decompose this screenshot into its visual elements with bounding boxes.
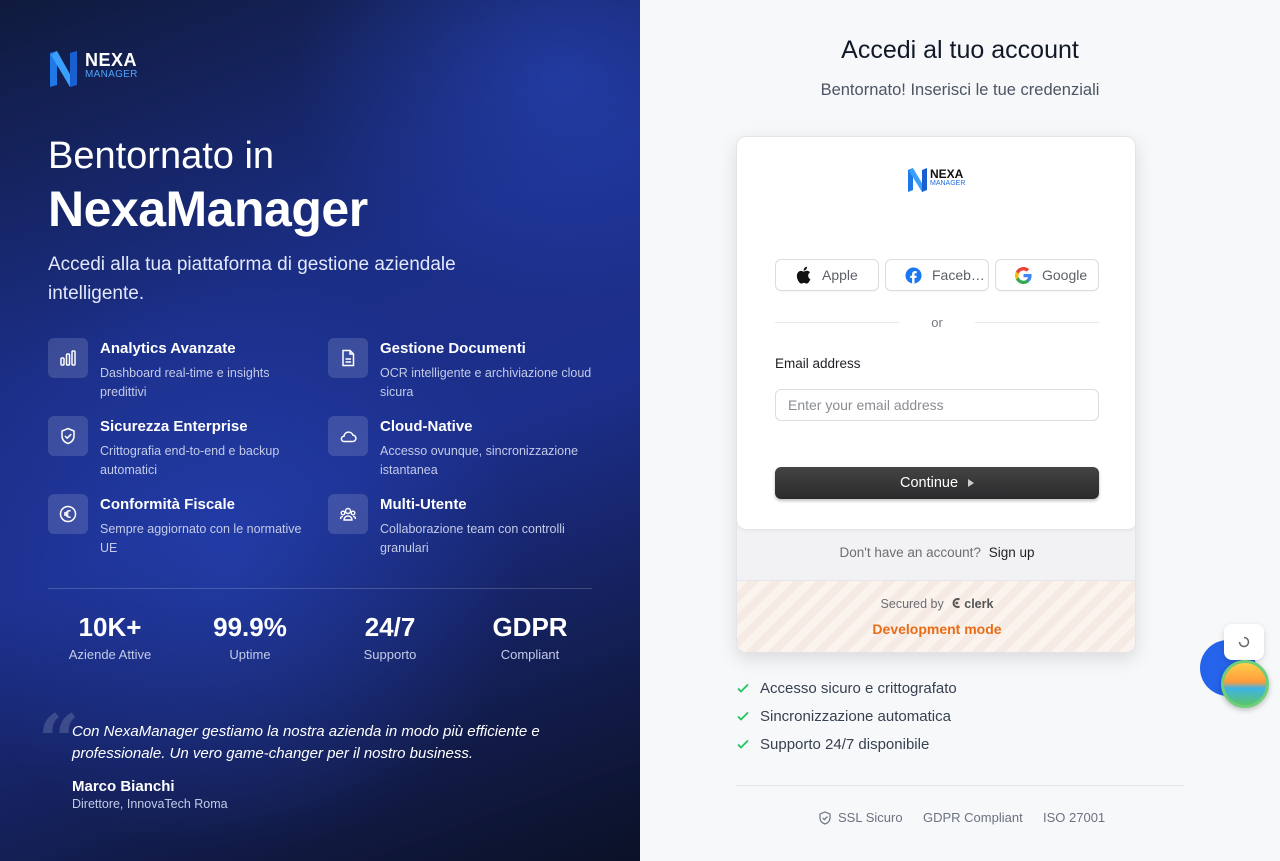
beach-avatar-icon[interactable]	[1221, 660, 1269, 708]
testimonial-quote: Con NexaManager gestiamo la nostra azien…	[72, 723, 540, 762]
facebook-sign-in-button[interactable]: Facebook	[885, 259, 989, 291]
check-text: Sincronizzazione automatica	[760, 708, 951, 725]
feature-desc: Accesso ovunque, sincronizzazione istant…	[380, 444, 579, 477]
secured-by: Secured by clerk	[737, 597, 1135, 611]
logo-text-bottom: MANAGER	[85, 69, 138, 80]
badge-iso: ISO 27001	[1043, 810, 1105, 825]
users-icon	[328, 494, 368, 534]
continue-button[interactable]: Continue	[775, 467, 1099, 499]
development-mode-label: Development mode	[872, 621, 1002, 637]
apple-icon	[794, 266, 812, 284]
badge-text: GDPR Compliant	[923, 810, 1023, 825]
continue-label: Continue	[899, 475, 959, 491]
email-field[interactable]	[775, 389, 1099, 421]
feature-desc: Crittografia end-to-end e backup automat…	[100, 444, 280, 477]
stat-value: 99.9%	[213, 612, 287, 642]
clerk-icon	[952, 598, 961, 608]
signup-row: Don't have an account? Sign up	[737, 545, 1135, 560]
email-label: Email address	[775, 356, 861, 371]
testimonial-author: Marco Bianchi	[72, 778, 175, 795]
social-label: Facebook	[932, 267, 986, 283]
document-icon	[328, 338, 368, 378]
feature-title: Multi-Utente	[380, 496, 467, 513]
stat-value: GDPR	[492, 612, 568, 642]
badge-gdpr: GDPR Compliant	[923, 810, 1023, 825]
card-logo-text-bottom: MANAGER	[930, 180, 966, 187]
check-icon	[737, 683, 749, 693]
stat-uptime: 99.9% Uptime	[188, 612, 312, 662]
clerk-logo[interactable]: clerk	[951, 597, 993, 611]
check-text: Accesso sicuro e crittografato	[760, 680, 957, 697]
logo-text-top: NEXA	[85, 50, 138, 70]
badge-text: SSL Sicuro	[838, 810, 903, 825]
stat-gdpr: GDPR Compliant	[468, 612, 592, 662]
apple-sign-in-button[interactable]: Apple	[775, 259, 879, 291]
card-logo-text-top: NEXA	[930, 167, 964, 181]
social-label: Apple	[822, 267, 858, 283]
or-separator-text: or	[931, 315, 943, 330]
arrow-right-icon	[968, 479, 975, 487]
badge-text: ISO 27001	[1043, 810, 1106, 825]
google-sign-in-button[interactable]: Google	[995, 259, 1099, 291]
feature-title: Sicurezza Enterprise	[100, 418, 248, 435]
stat-support: 24/7 Supporto	[328, 612, 452, 662]
stat-value: 24/7	[364, 612, 416, 642]
google-icon	[1014, 266, 1032, 284]
sign-up-link[interactable]: Sign up	[989, 545, 1035, 560]
hero-subtitle: Accedi alla tua piattaforma di gestione …	[48, 254, 456, 304]
shield-check-icon	[48, 416, 88, 456]
testimonial-role: Direttore, InnovaTech Roma	[72, 797, 228, 811]
feature-title: Analytics Avanzate	[100, 340, 236, 357]
nexa-logo: NEXA MANAGER	[48, 48, 144, 90]
stats-divider	[48, 588, 592, 589]
sign-in-form: NEXA MANAGER Apple Facebook	[737, 137, 1135, 530]
feature-desc: Dashboard real-time e insights predittiv…	[100, 366, 270, 399]
feature-desc: OCR intelligente e archiviazione cloud s…	[380, 366, 592, 399]
check-icon	[737, 711, 749, 721]
hero-product-name: NexaManager	[48, 181, 368, 237]
sign-in-card: NEXA MANAGER Apple Facebook	[736, 136, 1136, 653]
social-label: Google	[1042, 267, 1088, 283]
card-logo: NEXA MANAGER	[907, 165, 967, 193]
card-logo-n-icon	[908, 168, 927, 192]
no-account-text: Don't have an account?	[839, 545, 981, 560]
stat-label: Uptime	[229, 647, 271, 662]
hero-greeting: Bentornato in	[48, 135, 275, 177]
stat-value: 10K+	[78, 612, 142, 642]
stat-companies: 10K+ Aziende Attive	[48, 612, 172, 662]
cloud-icon	[328, 416, 368, 456]
check-icon	[737, 739, 749, 749]
euro-icon	[48, 494, 88, 534]
clerk-text: clerk	[964, 597, 994, 611]
feature-title: Gestione Documenti	[380, 340, 526, 357]
check-text: Supporto 24/7 disponibile	[760, 736, 930, 753]
compliance-divider	[736, 785, 1184, 786]
feature-desc: Collaborazione team con controlli granul…	[380, 522, 565, 555]
shield-icon	[819, 810, 831, 825]
secured-by-text: Secured by	[880, 597, 944, 611]
badge-ssl: SSL Sicuro	[818, 810, 903, 825]
feature-title: Cloud-Native	[380, 418, 473, 435]
feature-title: Conformità Fiscale	[100, 496, 236, 513]
login-title: Accedi al tuo account	[841, 36, 1079, 64]
brand-panel: NEXA MANAGER Bentornato in NexaManager A…	[0, 0, 640, 861]
logo-n-icon	[50, 51, 77, 87]
stat-label: Compliant	[500, 647, 560, 662]
stat-label: Supporto	[363, 647, 417, 662]
feature-desc: Sempre aggiornato con le normative UE	[100, 522, 302, 555]
facebook-icon	[904, 266, 922, 284]
clerk-footer: Secured by clerk Development mode	[737, 580, 1135, 652]
loading-spinner-icon[interactable]	[1224, 624, 1264, 660]
login-subtitle: Bentornato! Inserisci le tue credenziali	[820, 81, 1100, 99]
stat-label: Aziende Attive	[68, 647, 152, 662]
bar-chart-icon	[48, 338, 88, 378]
